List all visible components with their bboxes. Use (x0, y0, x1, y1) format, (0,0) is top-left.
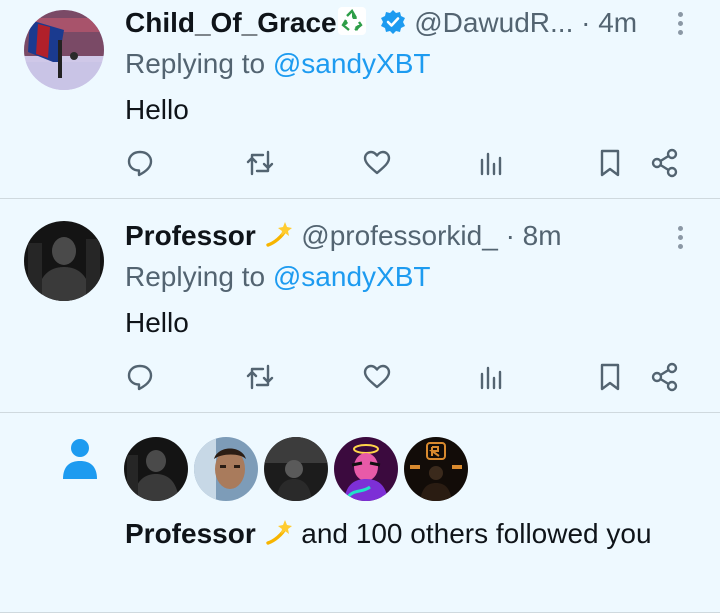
like-icon[interactable] (360, 360, 394, 394)
tweet-actions (0, 146, 720, 180)
display-name[interactable]: Child_Of_Grace (125, 7, 337, 38)
like-icon[interactable] (360, 146, 394, 180)
views-icon[interactable] (474, 360, 508, 394)
replying-to-handle[interactable]: @sandyXBT (273, 48, 431, 79)
more-options-icon[interactable] (676, 12, 684, 39)
follower-avatar[interactable] (194, 437, 258, 501)
follow-notification-rest: and 100 others followed you (293, 518, 652, 549)
tweet-actions (0, 360, 720, 394)
follower-avatar[interactable] (264, 437, 328, 501)
reply-icon[interactable] (123, 360, 157, 394)
verified-badge-icon (380, 9, 406, 35)
display-name[interactable]: Professor (125, 220, 256, 251)
share-icon[interactable] (648, 360, 682, 394)
user-handle[interactable]: @professorkid_ (301, 220, 498, 251)
bookmark-icon[interactable] (593, 360, 627, 394)
replying-to-handle[interactable]: @sandyXBT (273, 261, 431, 292)
replying-prefix: Replying to (125, 261, 266, 292)
follow-notification-text: Professor and 100 others followed you (125, 514, 685, 554)
share-icon[interactable] (648, 146, 682, 180)
more-options-icon[interactable] (676, 226, 684, 253)
dizzy-emoji-icon (264, 219, 294, 249)
tweet-time[interactable]: · 8m (506, 220, 562, 251)
person-icon (62, 438, 98, 480)
tweet-1[interactable]: Child_Of_Grace @DawudR... · 4m Replying … (0, 0, 720, 198)
replying-prefix: Replying to (125, 48, 266, 79)
follower-avatar[interactable] (404, 437, 468, 501)
tweet-text: Hello (125, 307, 189, 338)
replying-to-line: Replying to @sandyXBT (125, 48, 430, 80)
bookmark-icon[interactable] (593, 146, 627, 180)
tweet-header: Child_Of_Grace @DawudR... · 4m (125, 6, 637, 39)
retweet-icon[interactable] (243, 360, 277, 394)
user-handle[interactable]: @DawudR... (414, 7, 573, 38)
follower-avatar[interactable] (124, 437, 188, 501)
dizzy-emoji-icon (264, 517, 294, 547)
follower-avatar[interactable] (334, 437, 398, 501)
retweet-icon[interactable] (243, 146, 277, 180)
follower-name[interactable]: Professor (125, 518, 256, 549)
replying-to-line: Replying to @sandyXBT (125, 261, 430, 293)
tweet-time[interactable]: · 4m (581, 7, 637, 38)
tweet-header-2: Professor @professorkid_ · 8m (125, 219, 562, 252)
recycle-emoji-icon (337, 6, 367, 36)
views-icon[interactable] (474, 146, 508, 180)
avatar-professor[interactable] (24, 221, 104, 301)
tweet-text: Hello (125, 94, 189, 125)
reply-icon[interactable] (123, 146, 157, 180)
avatar-child-of-grace[interactable] (24, 10, 104, 90)
